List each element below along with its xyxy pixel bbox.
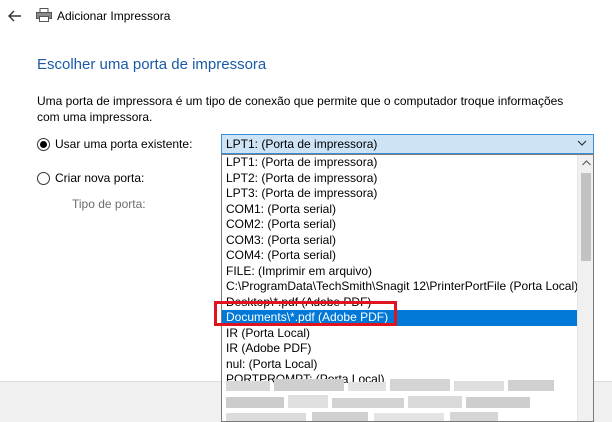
window-title: Adicionar Impressora	[57, 9, 171, 23]
create-new-port-option[interactable]: Criar nova porta:	[37, 171, 144, 185]
port-dropdown-list[interactable]: LPT1: (Porta de impressora) LPT2: (Porta …	[221, 154, 594, 422]
dropdown-option[interactable]: COM4: (Porta serial)	[222, 248, 578, 264]
footer-area-right	[594, 381, 612, 422]
existing-port-label: Usar uma porta existente:	[55, 137, 193, 151]
new-port-radio[interactable]	[37, 171, 50, 185]
blurred-items	[222, 377, 578, 421]
page-heading: Escolher uma porta de impressora	[37, 56, 267, 73]
back-arrow-icon[interactable]	[5, 6, 25, 26]
dropdown-option[interactable]: COM1: (Porta serial)	[222, 202, 578, 218]
scrollbar-thumb[interactable]	[581, 173, 591, 261]
dropdown-option[interactable]: COM3: (Porta serial)	[222, 233, 578, 249]
dropdown-option[interactable]: LPT2: (Porta de impressora)	[222, 171, 578, 187]
dropdown-option[interactable]: C:\ProgramData\TechSmith\Snagit 12\Print…	[222, 279, 578, 295]
port-type-label: Tipo de porta:	[72, 197, 146, 211]
printer-icon	[36, 8, 52, 22]
existing-port-radio[interactable]	[37, 137, 50, 151]
use-existing-port-option[interactable]: Usar uma porta existente:	[37, 137, 192, 151]
dropdown-option[interactable]: nul: (Porta Local)	[222, 357, 578, 373]
highlight-annotation	[214, 301, 397, 326]
chevron-down-icon[interactable]	[577, 136, 587, 153]
scroll-up-icon[interactable]	[578, 155, 593, 171]
dropdown-scrollbar[interactable]	[577, 155, 593, 421]
description-text: Uma porta de impressora é um tipo de con…	[37, 94, 564, 124]
dropdown-option[interactable]: LPT3: (Porta de impressora)	[222, 186, 578, 202]
dropdown-option[interactable]: IR (Adobe PDF)	[222, 341, 578, 357]
add-printer-wizard: Adicionar Impressora Escolher uma porta …	[0, 0, 612, 422]
existing-port-select[interactable]: LPT1: (Porta de impressora)	[221, 134, 594, 154]
dropdown-option[interactable]: IR (Porta Local)	[222, 326, 578, 342]
dropdown-option[interactable]: FILE: (Imprimir em arquivo)	[222, 264, 578, 280]
selected-port-value: LPT1: (Porta de impressora)	[226, 137, 378, 151]
dropdown-option[interactable]: LPT1: (Porta de impressora)	[222, 155, 578, 171]
new-port-label: Criar nova porta:	[55, 171, 145, 185]
dropdown-option[interactable]: COM2: (Porta serial)	[222, 217, 578, 233]
footer-area	[0, 381, 221, 422]
